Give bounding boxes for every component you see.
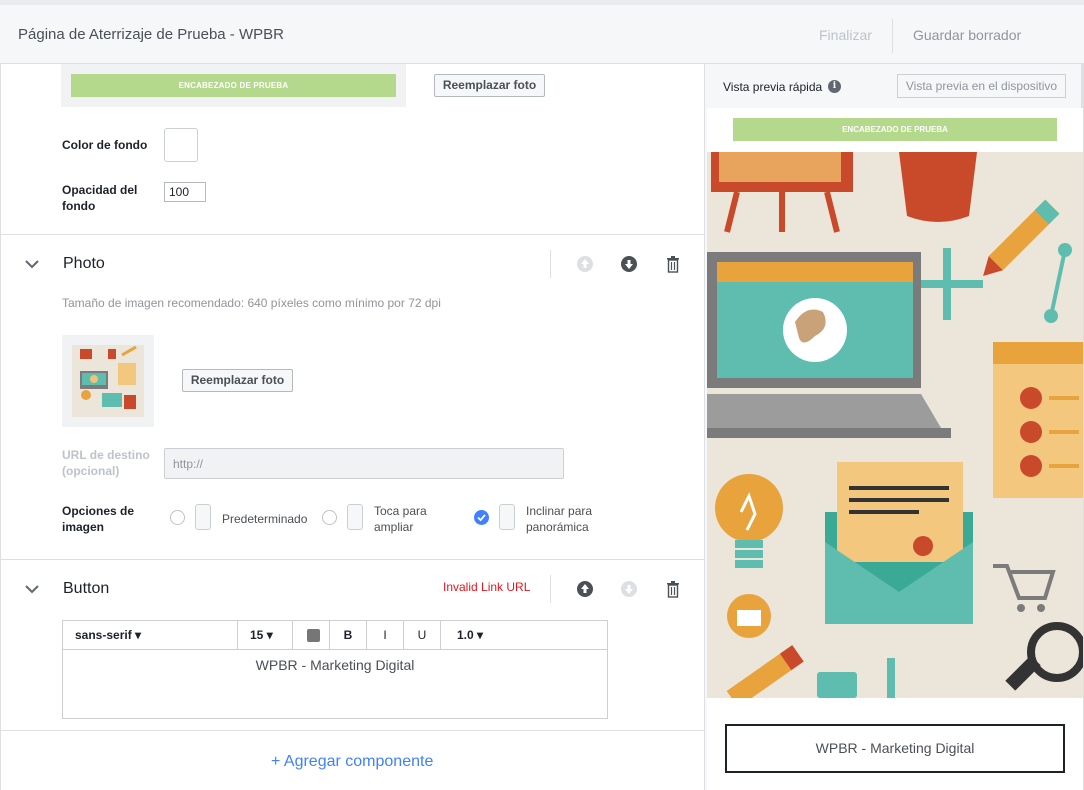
page-title: Página de Aterrizaje de Prueba - WPBR: [18, 26, 284, 43]
header-image-preview: ENCABEZADO DE PRUEBA: [61, 64, 406, 107]
move-up-icon[interactable]: [576, 255, 594, 273]
photo-section-title: Photo: [63, 255, 105, 272]
option-tilt-pan-radio[interactable]: [474, 510, 489, 525]
invalid-link-error: Invalid Link URL: [443, 580, 531, 594]
photo-thumbnail: [62, 335, 154, 427]
underline-button[interactable]: U: [404, 621, 441, 649]
add-component-button[interactable]: + Agregar componente: [271, 753, 433, 771]
bg-opacity-input[interactable]: 100: [164, 182, 206, 202]
image-size-help-text: Tamaño de imagen recomendado: 640 píxele…: [62, 296, 441, 310]
section-header-divider: [550, 250, 551, 278]
bg-color-label: Color de fondo: [62, 138, 148, 152]
option-tap-zoom-radio[interactable]: [322, 510, 337, 525]
option-default-label: Predeterminado: [222, 512, 308, 526]
collapse-button-chevron-icon[interactable]: [25, 582, 39, 596]
photo-replace-button[interactable]: Reemplazar foto: [182, 369, 293, 392]
option-tilt-pan-label: Inclinar para panorámica: [526, 504, 593, 534]
bg-color-picker[interactable]: [164, 128, 198, 162]
section-divider: [1, 559, 704, 560]
info-icon[interactable]: i: [828, 80, 841, 93]
text-color-button[interactable]: [293, 621, 330, 649]
add-component-bar: + Agregar componente: [1, 730, 704, 790]
preview-cta-button[interactable]: WPBR - Marketing Digital: [725, 724, 1065, 773]
preview-canvas: ENCABEZADO DE PRUEBA WPBR - Marketing Di…: [707, 108, 1083, 790]
button-section-title: Button: [63, 580, 110, 597]
phone-tilt-icon: [499, 504, 515, 530]
section-header-divider: [550, 575, 551, 603]
collapse-photo-chevron-icon[interactable]: [25, 257, 39, 271]
header-replace-photo-button[interactable]: Reemplazar foto: [434, 74, 545, 97]
bg-opacity-label: Opacidad del fondo: [62, 183, 138, 213]
font-size-select[interactable]: 15 ▾: [238, 621, 293, 649]
delete-trash-icon[interactable]: [664, 255, 682, 273]
dest-url-label: URL de destino (opcional): [62, 448, 150, 478]
save-draft-button[interactable]: Guardar borrador: [913, 27, 1021, 43]
option-tap-zoom-label: Toca para ampliar: [374, 504, 427, 534]
editor-panel: ENCABEZADO DE PRUEBA Reemplazar foto Col…: [0, 64, 704, 790]
editor-toolbar: sans-serif ▾ 15 ▾ B I U 1.0 ▾: [63, 621, 607, 650]
editor-content[interactable]: WPBR - Marketing Digital: [63, 657, 607, 673]
option-default-radio[interactable]: [170, 510, 185, 525]
phone-zoom-icon: [347, 504, 363, 530]
move-down-icon[interactable]: [620, 255, 638, 273]
preview-header: ENCABEZADO DE PRUEBA: [733, 118, 1057, 141]
delete-trash-icon[interactable]: [664, 580, 682, 598]
preview-panel: Vista previa rápida i Vista previa en el…: [704, 64, 1084, 790]
top-bar: Página de Aterrizaje de Prueba - WPBR Fi…: [0, 0, 1084, 64]
bold-button[interactable]: B: [330, 621, 367, 649]
move-down-icon[interactable]: [620, 580, 638, 598]
italic-button[interactable]: I: [367, 621, 404, 649]
font-family-select[interactable]: sans-serif ▾: [63, 621, 238, 649]
quick-preview-label: Vista previa rápida: [723, 80, 823, 94]
finish-button[interactable]: Finalizar: [819, 27, 872, 43]
line-height-select[interactable]: 1.0 ▾: [441, 621, 496, 649]
device-preview-button[interactable]: Vista previa en el dispositivo: [897, 74, 1066, 98]
preview-photo[interactable]: [707, 152, 1083, 698]
phone-default-icon: [195, 504, 211, 530]
button-text-editor[interactable]: sans-serif ▾ 15 ▾ B I U 1.0 ▾ WPBR - Mar…: [62, 620, 608, 719]
move-up-icon[interactable]: [576, 580, 594, 598]
header-image-text: ENCABEZADO DE PRUEBA: [71, 74, 396, 97]
dest-url-input[interactable]: http://: [164, 448, 564, 479]
color-swatch-icon: [307, 629, 320, 642]
section-divider: [1, 234, 704, 235]
image-options-label: Opciones de imagen: [62, 504, 135, 534]
topbar-divider: [892, 19, 893, 53]
